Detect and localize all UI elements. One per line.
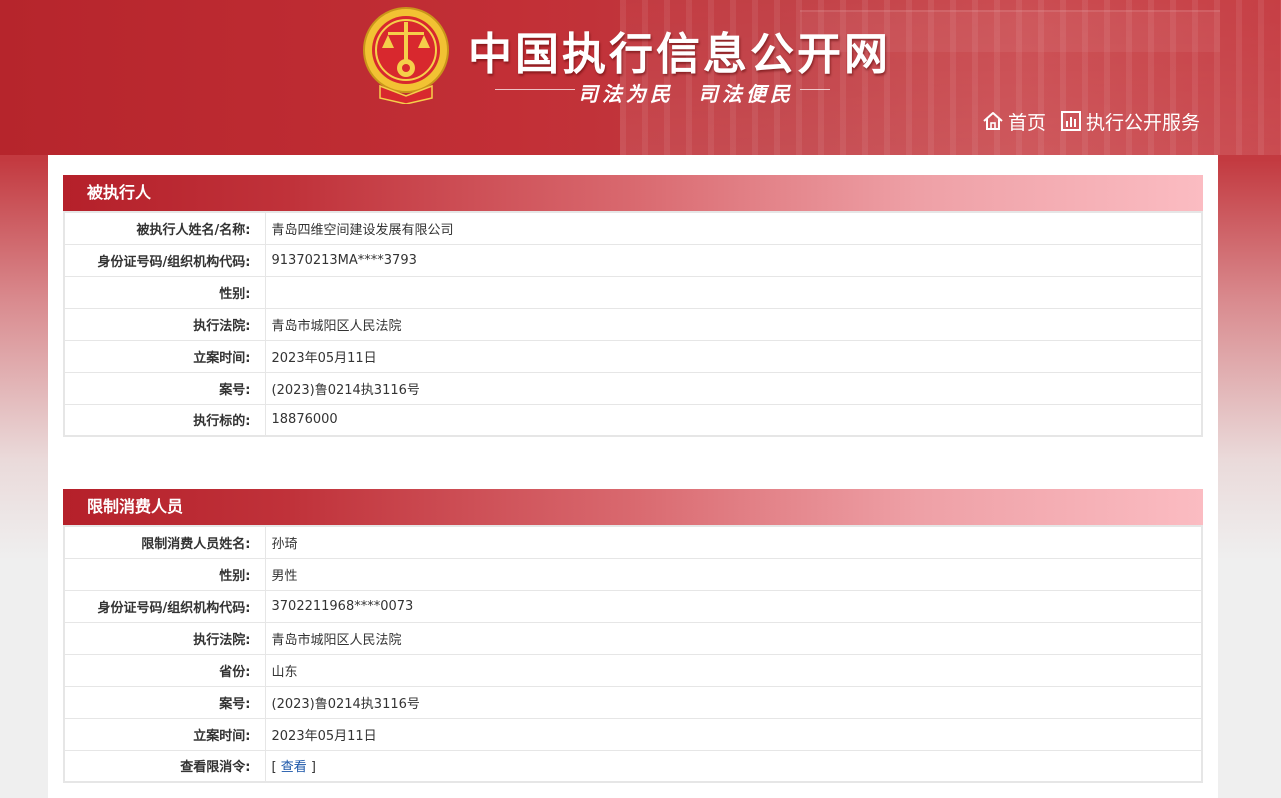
table-row: 案号: (2023)鲁0214执3116号: [63, 371, 1203, 405]
restricted-person-section-title: 限制消费人员: [63, 489, 1203, 525]
field-value: 青岛市城阳区人民法院: [264, 307, 1203, 341]
field-label: 身份证号码/组织机构代码:: [63, 589, 266, 623]
field-label: 案号:: [63, 685, 266, 719]
content-panel: 被执行人 被执行人姓名/名称: 青岛四维空间建设发展有限公司 身份证号码/组织机…: [48, 155, 1218, 798]
field-value: 青岛四维空间建设发展有限公司: [264, 211, 1203, 245]
field-value: 孙琦: [264, 525, 1203, 559]
table-row: 立案时间: 2023年05月11日: [63, 339, 1203, 373]
field-label: 立案时间:: [63, 339, 266, 373]
home-icon: [983, 112, 1003, 130]
field-value: 18876000: [264, 403, 1203, 437]
table-row: 被执行人姓名/名称: 青岛四维空间建设发展有限公司: [63, 211, 1203, 245]
field-value: 2023年05月11日: [264, 717, 1203, 751]
field-label: 执行法院:: [63, 307, 266, 341]
field-value: 山东: [264, 653, 1203, 687]
field-value: 2023年05月11日: [264, 339, 1203, 373]
nav-home-link[interactable]: 首页: [982, 108, 1046, 134]
field-label: 省份:: [63, 653, 266, 687]
executed-person-section-title: 被执行人: [63, 175, 1203, 211]
field-label: 立案时间:: [63, 717, 266, 751]
site-title: 中国执行信息公开网: [468, 29, 891, 80]
bracket-close: ]: [310, 760, 316, 776]
field-label: 被执行人姓名/名称:: [63, 211, 266, 245]
table-row: 性别: 男性: [63, 557, 1203, 591]
field-label: 查看限消令:: [63, 749, 266, 783]
field-label: 性别:: [63, 557, 266, 591]
field-label: 执行标的:: [63, 403, 266, 437]
field-label: 案号:: [63, 371, 266, 405]
site-slogan: 司法为民 司法便民: [578, 82, 794, 106]
nav-home-label: 首页: [1008, 111, 1047, 134]
site-header: 中国执行信息公开网 司法为民 司法便民 首页 执行公开服务: [0, 0, 1281, 155]
table-row: 执行标的: 18876000: [63, 403, 1203, 437]
table-row: 省份: 山东: [63, 653, 1203, 687]
table-row: 身份证号码/组织机构代码: 91370213MA****3793: [63, 243, 1203, 277]
field-label: 身份证号码/组织机构代码:: [63, 243, 266, 277]
field-label: 限制消费人员姓名:: [63, 525, 266, 559]
field-value: 3702211968****0073: [264, 589, 1203, 623]
field-value: 91370213MA****3793: [264, 243, 1203, 277]
table-row: 立案时间: 2023年05月11日: [63, 717, 1203, 751]
table-row: 案号: (2023)鲁0214执3116号: [63, 685, 1203, 719]
table-row: 执行法院: 青岛市城阳区人民法院: [63, 621, 1203, 655]
chart-icon: [1061, 111, 1081, 131]
restricted-person-table: 限制消费人员姓名: 孙琦 性别: 男性 身份证号码/组织机构代码: 370221…: [63, 525, 1203, 783]
court-emblem-icon: [363, 7, 449, 104]
slogan-divider-left: [495, 89, 575, 90]
field-label: 性别:: [63, 275, 266, 309]
table-row: 性别:: [63, 275, 1203, 309]
nav-service-link[interactable]: 执行公开服务: [1060, 108, 1200, 134]
field-value: 青岛市城阳区人民法院: [264, 621, 1203, 655]
field-label: 执行法院:: [63, 621, 266, 655]
field-value: 男性: [264, 557, 1203, 591]
executed-person-table: 被执行人姓名/名称: 青岛四维空间建设发展有限公司 身份证号码/组织机构代码: …: [63, 211, 1203, 437]
field-value: [264, 275, 1203, 309]
field-value: (2023)鲁0214执3116号: [264, 371, 1203, 405]
field-value: [ 查看 ]: [264, 749, 1203, 783]
nav-service-label: 执行公开服务: [1086, 111, 1201, 134]
field-value: (2023)鲁0214执3116号: [264, 685, 1203, 719]
view-order-link[interactable]: 查看: [281, 760, 307, 775]
table-row: 执行法院: 青岛市城阳区人民法院: [63, 307, 1203, 341]
table-row: 身份证号码/组织机构代码: 3702211968****0073: [63, 589, 1203, 623]
slogan-divider-right: [800, 89, 830, 90]
bracket-open: [: [271, 760, 277, 776]
table-row: 查看限消令: [ 查看 ]: [63, 749, 1203, 783]
table-row: 限制消费人员姓名: 孙琦: [63, 525, 1203, 559]
